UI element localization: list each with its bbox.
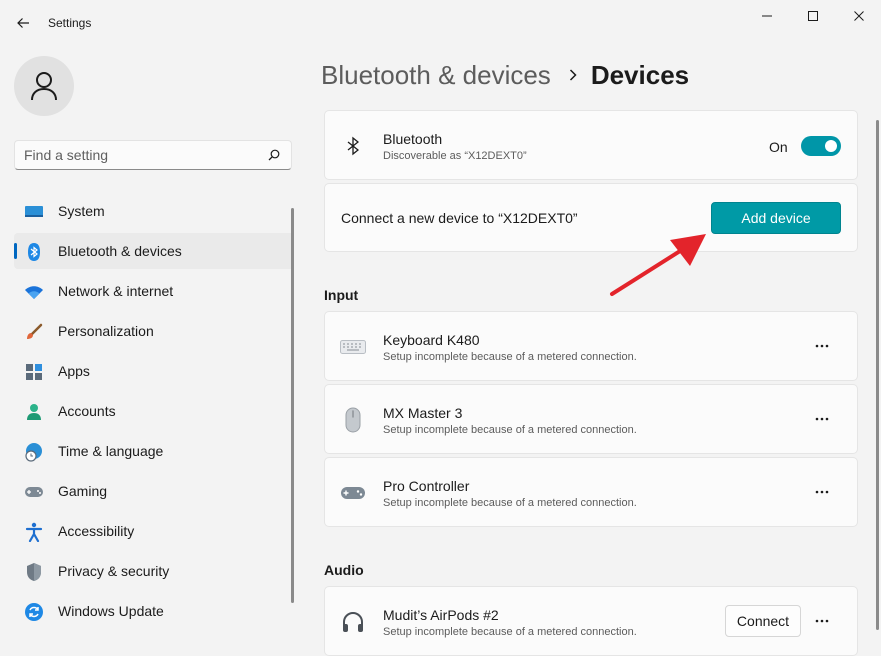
sidebar-item-network[interactable]: Network & internet (14, 273, 294, 309)
device-status: Setup incomplete because of a metered co… (383, 626, 637, 638)
headphones-icon (339, 608, 367, 636)
mouse-icon (339, 406, 367, 434)
device-name: Pro Controller (383, 478, 470, 494)
sidebar-item-label: Accessibility (58, 523, 135, 539)
user-icon (31, 72, 57, 101)
accounts-icon (24, 402, 44, 422)
sidebar-item-label: Apps (58, 363, 90, 379)
maximize-icon (808, 11, 818, 21)
globe-clock-icon (24, 442, 44, 462)
sidebar-item-accessibility[interactable]: Accessibility (14, 513, 294, 549)
breadcrumb: Bluetooth & devices Devices (321, 58, 689, 92)
device-name: MX Master 3 (383, 405, 463, 421)
more-icon (815, 417, 829, 421)
sidebar-scrollbar[interactable] (291, 208, 294, 603)
main-scrollbar[interactable] (876, 120, 879, 630)
accessibility-icon (24, 522, 44, 542)
sidebar-item-label: Bluetooth & devices (58, 243, 182, 259)
minimize-icon (762, 15, 772, 17)
sidebar-item-apps[interactable]: Apps (14, 353, 294, 389)
gamepad-icon (339, 479, 367, 507)
wifi-icon (24, 282, 44, 302)
add-device-card: Connect a new device to “X12DEXT0” Add d… (324, 183, 858, 252)
audio-section-heading: Audio (324, 562, 364, 578)
more-options-button[interactable] (809, 406, 835, 432)
sidebar-item-label: Personalization (58, 323, 154, 339)
sidebar-item-label: Accounts (58, 403, 116, 419)
more-options-button[interactable] (809, 333, 835, 359)
input-section-heading: Input (324, 287, 359, 303)
minimize-button[interactable] (744, 0, 790, 32)
more-options-button[interactable] (809, 479, 835, 505)
bluetooth-subtitle: Discoverable as “X12DEXT0” (383, 150, 527, 162)
search-box[interactable] (14, 140, 292, 170)
shield-icon (24, 562, 44, 582)
system-icon (24, 202, 44, 222)
avatar[interactable] (14, 56, 74, 116)
update-icon (24, 602, 44, 622)
sidebar-item-gaming[interactable]: Gaming (14, 473, 294, 509)
sidebar-item-label: System (58, 203, 105, 219)
sidebar-item-bluetooth-devices[interactable]: Bluetooth & devices (14, 233, 294, 269)
toggle-state-label: On (769, 139, 788, 155)
more-icon (815, 344, 829, 348)
device-status: Setup incomplete because of a metered co… (383, 424, 637, 436)
gamepad-icon (24, 482, 44, 502)
device-card-airpods[interactable]: Mudit’s AirPods #2 Setup incomplete beca… (324, 586, 858, 656)
brush-icon (24, 322, 44, 342)
device-status: Setup incomplete because of a metered co… (383, 351, 637, 363)
apps-icon (24, 362, 44, 382)
sidebar-item-accounts[interactable]: Accounts (14, 393, 294, 429)
sidebar-item-system[interactable]: System (14, 193, 294, 229)
sidebar-item-label: Gaming (58, 483, 108, 499)
device-card-controller[interactable]: Pro Controller Setup incomplete because … (324, 457, 858, 527)
bluetooth-icon (24, 242, 44, 262)
back-arrow-icon (17, 18, 29, 28)
device-card-keyboard[interactable]: Keyboard K480 Setup incomplete because o… (324, 311, 858, 381)
maximize-button[interactable] (790, 0, 836, 32)
more-icon (815, 619, 829, 623)
connect-button[interactable]: Connect (725, 605, 801, 637)
more-icon (815, 490, 829, 494)
sidebar-item-label: Privacy & security (58, 563, 170, 579)
search-icon[interactable] (268, 149, 280, 161)
breadcrumb-parent[interactable]: Bluetooth & devices (321, 60, 551, 91)
chevron-right-icon (569, 69, 577, 81)
device-name: Keyboard K480 (383, 332, 480, 348)
bluetooth-icon (339, 132, 367, 160)
search-input[interactable] (24, 141, 254, 169)
sidebar-item-privacy-security[interactable]: Privacy & security (14, 553, 294, 589)
bluetooth-card: Bluetooth Discoverable as “X12DEXT0” On (324, 110, 858, 180)
device-card-mouse[interactable]: MX Master 3 Setup incomplete because of … (324, 384, 858, 454)
sidebar-item-label: Time & language (58, 443, 164, 459)
annotation-arrow-icon (610, 234, 706, 296)
device-name: Mudit’s AirPods #2 (383, 607, 499, 623)
keyboard-icon (339, 333, 367, 361)
toggle-knob (825, 140, 837, 152)
connect-new-device-text: Connect a new device to “X12DEXT0” (341, 210, 578, 226)
sidebar-nav: System Bluetooth & devices Network & int… (14, 193, 294, 633)
device-status: Setup incomplete because of a metered co… (383, 497, 637, 509)
sidebar-item-label: Windows Update (58, 603, 164, 619)
title-bar: Settings (0, 0, 881, 40)
close-button[interactable] (836, 0, 881, 32)
close-icon (854, 11, 864, 21)
bluetooth-toggle[interactable] (801, 136, 841, 156)
sidebar-item-personalization[interactable]: Personalization (14, 313, 294, 349)
sidebar-item-label: Network & internet (58, 283, 174, 299)
more-options-button[interactable] (809, 608, 835, 634)
page-title: Devices (590, 59, 690, 90)
bluetooth-title: Bluetooth (383, 131, 443, 147)
app-title: Settings (48, 16, 92, 30)
back-button[interactable] (10, 10, 36, 36)
sidebar-item-windows-update[interactable]: Windows Update (14, 593, 294, 629)
sidebar-item-time-language[interactable]: Time & language (14, 433, 294, 469)
add-device-button[interactable]: Add device (711, 202, 841, 234)
